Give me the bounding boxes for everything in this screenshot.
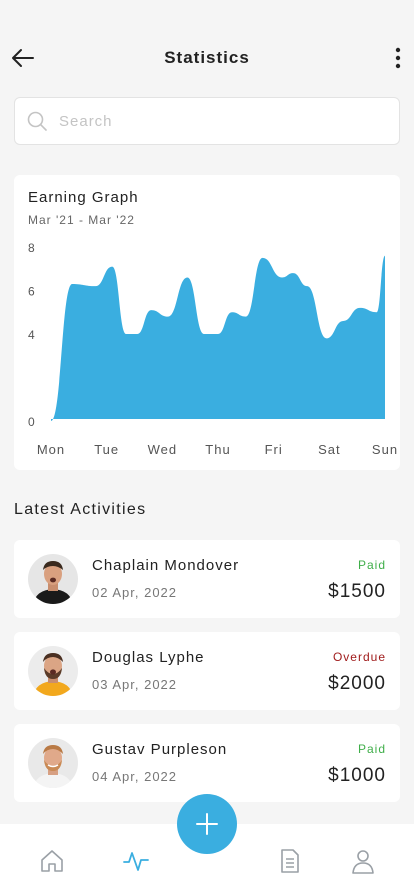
x-tick-label: Sun	[372, 442, 398, 457]
x-tick-label: Tue	[94, 442, 119, 457]
search-bar	[14, 97, 400, 145]
y-tick-label: 4	[28, 328, 35, 342]
x-tick-label: Sat	[318, 442, 341, 457]
earning-series-area	[51, 255, 385, 421]
y-tick-label: 6	[28, 285, 35, 299]
activity-amount: $2000	[328, 673, 386, 694]
activity-date: 02 Apr, 2022	[92, 585, 178, 600]
activity-date: 03 Apr, 2022	[92, 677, 178, 692]
activity-card[interactable]: Gustav Purpleson 04 Apr, 2022 Paid $1000	[14, 724, 400, 802]
avatar	[28, 554, 78, 604]
x-tick-label: Mon	[37, 442, 65, 457]
activity-amount: $1500	[328, 581, 386, 602]
status-badge: Paid	[357, 742, 386, 756]
home-icon[interactable]	[39, 848, 65, 874]
search-icon	[27, 111, 47, 131]
page-title: Statistics	[164, 48, 250, 67]
more-vertical-icon[interactable]	[392, 46, 404, 70]
activity-card[interactable]: Douglas Lyphe 03 Apr, 2022 Overdue $2000	[14, 632, 400, 710]
x-tick-label: Fri	[265, 442, 283, 457]
profile-icon[interactable]	[350, 848, 376, 874]
y-tick-label: 0	[28, 415, 35, 429]
activity-card[interactable]: Chaplain Mondover 02 Apr, 2022 Paid $150…	[14, 540, 400, 618]
document-icon[interactable]	[277, 848, 303, 874]
activity-name: Douglas Lyphe	[92, 649, 205, 666]
earning-chart: 0 4 6 8 Mon Tue Wed Thu Fri Sat Sun	[28, 241, 398, 457]
x-tick-label: Wed	[148, 442, 178, 457]
y-tick-label: 8	[28, 241, 35, 255]
add-button[interactable]	[177, 794, 237, 854]
status-badge: Paid	[357, 558, 386, 572]
search-input[interactable]	[59, 108, 379, 134]
status-badge: Overdue	[332, 650, 386, 664]
latest-activities-title: Latest Activities	[14, 501, 147, 518]
activity-amount: $1000	[328, 765, 386, 786]
activity-date: 04 Apr, 2022	[92, 769, 178, 784]
activity-name: Chaplain Mondover	[92, 557, 240, 574]
activity-icon[interactable]	[123, 848, 149, 874]
avatar	[28, 738, 78, 788]
x-tick-label: Thu	[205, 442, 230, 457]
earning-graph-card: Earning Graph Mar '21 - Mar '22 0 4 6 8 Mon T…	[14, 175, 400, 470]
header: Statistics	[0, 0, 414, 110]
activity-name: Gustav Purpleson	[92, 741, 228, 758]
add-icon	[196, 813, 218, 835]
avatar	[28, 646, 78, 696]
